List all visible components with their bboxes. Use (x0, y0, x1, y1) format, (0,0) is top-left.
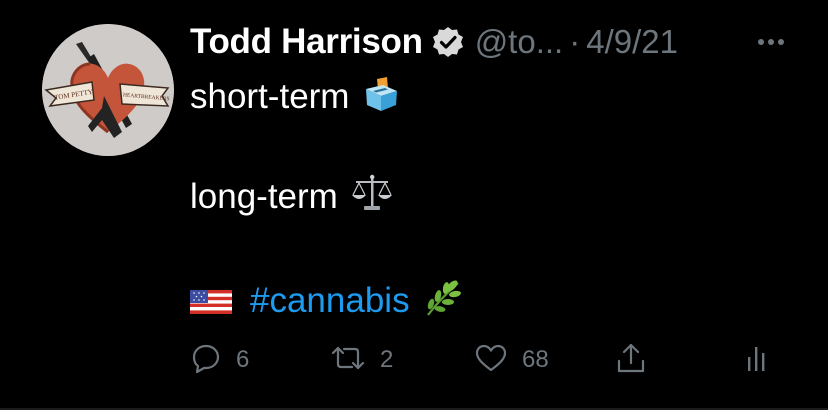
retweet-count: 2 (380, 346, 394, 373)
like-icon (474, 342, 508, 379)
us-flag-icon (190, 286, 232, 316)
more-options-icon[interactable] (752, 24, 792, 60)
hashtag-link[interactable]: #cannabis (250, 281, 410, 321)
tweet-line-2: long-term (190, 174, 394, 220)
analytics-icon (742, 341, 772, 380)
tweet-text-short-term: short-term (190, 77, 350, 116)
reply-count: 6 (236, 346, 250, 373)
author-name[interactable]: Todd Harrison (190, 22, 423, 62)
like-count: 68 (522, 346, 549, 373)
analytics-button[interactable] (742, 338, 772, 382)
tweet-text-long-term: long-term (190, 177, 338, 216)
retweet-button[interactable]: 2 (330, 338, 393, 382)
verified-badge-icon (431, 25, 465, 59)
author-handle[interactable]: @to... (475, 23, 564, 61)
reply-button[interactable]: 6 (190, 338, 249, 382)
tweet-card[interactable]: TOM PETTY HEARTBREAKERS Todd Harrison @t… (0, 0, 828, 410)
like-button[interactable]: 68 (474, 338, 549, 382)
share-icon (614, 341, 648, 380)
tweet-date[interactable]: 4/9/21 (586, 23, 678, 61)
avatar[interactable]: TOM PETTY HEARTBREAKERS (42, 24, 174, 156)
share-button[interactable] (614, 338, 648, 382)
balance-scale-icon (350, 173, 394, 222)
ballot-box-icon (361, 73, 401, 122)
tweet-line-3: #cannabis (190, 278, 464, 324)
separator-dot: · (569, 23, 581, 60)
tweet-header: Todd Harrison @to... · 4/9/21 (190, 20, 678, 64)
tweet-actions: 6 2 68 (190, 338, 790, 382)
reply-icon (190, 342, 222, 379)
tweet-line-1: short-term (190, 74, 401, 120)
retweet-icon (330, 342, 366, 379)
tom-petty-heart-logo-icon: TOM PETTY HEARTBREAKERS (42, 24, 174, 156)
herb-icon (422, 277, 464, 326)
